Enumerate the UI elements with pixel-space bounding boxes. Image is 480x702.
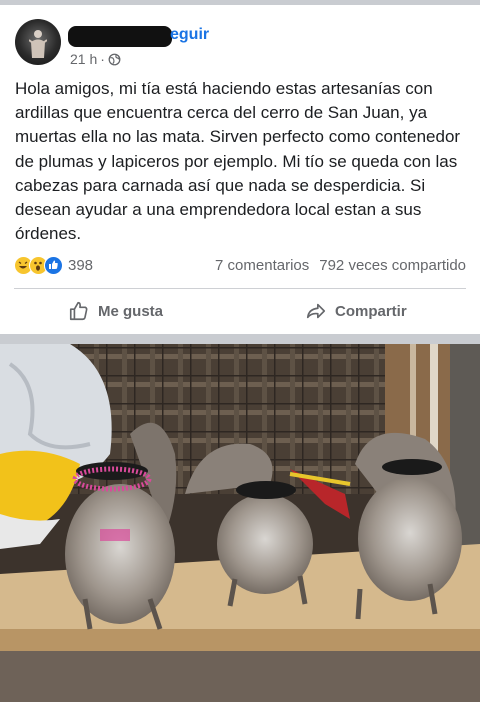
engagement-counts: 7 comentarios 792 veces compartido (215, 257, 466, 274)
section-gap (0, 334, 480, 344)
post-time[interactable]: 21 h (70, 51, 97, 67)
author-name-redacted (68, 26, 172, 47)
shares-count[interactable]: 792 veces compartido (319, 257, 466, 274)
comments-count[interactable]: 7 comentarios (215, 257, 309, 274)
post-meta: 21 h · (70, 51, 121, 67)
reactions-summary[interactable]: 398 (14, 256, 93, 275)
squirrel-crafts-photo (0, 344, 480, 702)
like-label: Me gusta (98, 302, 164, 320)
globe-icon (108, 53, 121, 65)
post-text: Hola amigos, mi tía está haciendo estas … (15, 79, 461, 244)
avatar-figure-icon (29, 30, 47, 58)
share-arrow-icon (306, 303, 326, 319)
share-button[interactable]: Compartir (305, 300, 407, 322)
meta-separator: · (100, 51, 105, 67)
reactions-count: 398 (68, 257, 94, 274)
post-header: eguir 21 h · (0, 5, 480, 69)
follow-link[interactable]: eguir (170, 26, 209, 44)
like-icon (44, 256, 63, 275)
thumbs-up-icon (69, 301, 88, 321)
share-label: Compartir (335, 302, 407, 320)
divider (14, 288, 466, 289)
avatar[interactable] (15, 19, 61, 65)
post-photo[interactable] (0, 344, 480, 702)
action-bar: Me gusta Compartir (0, 292, 480, 332)
like-button[interactable]: Me gusta (68, 300, 163, 322)
